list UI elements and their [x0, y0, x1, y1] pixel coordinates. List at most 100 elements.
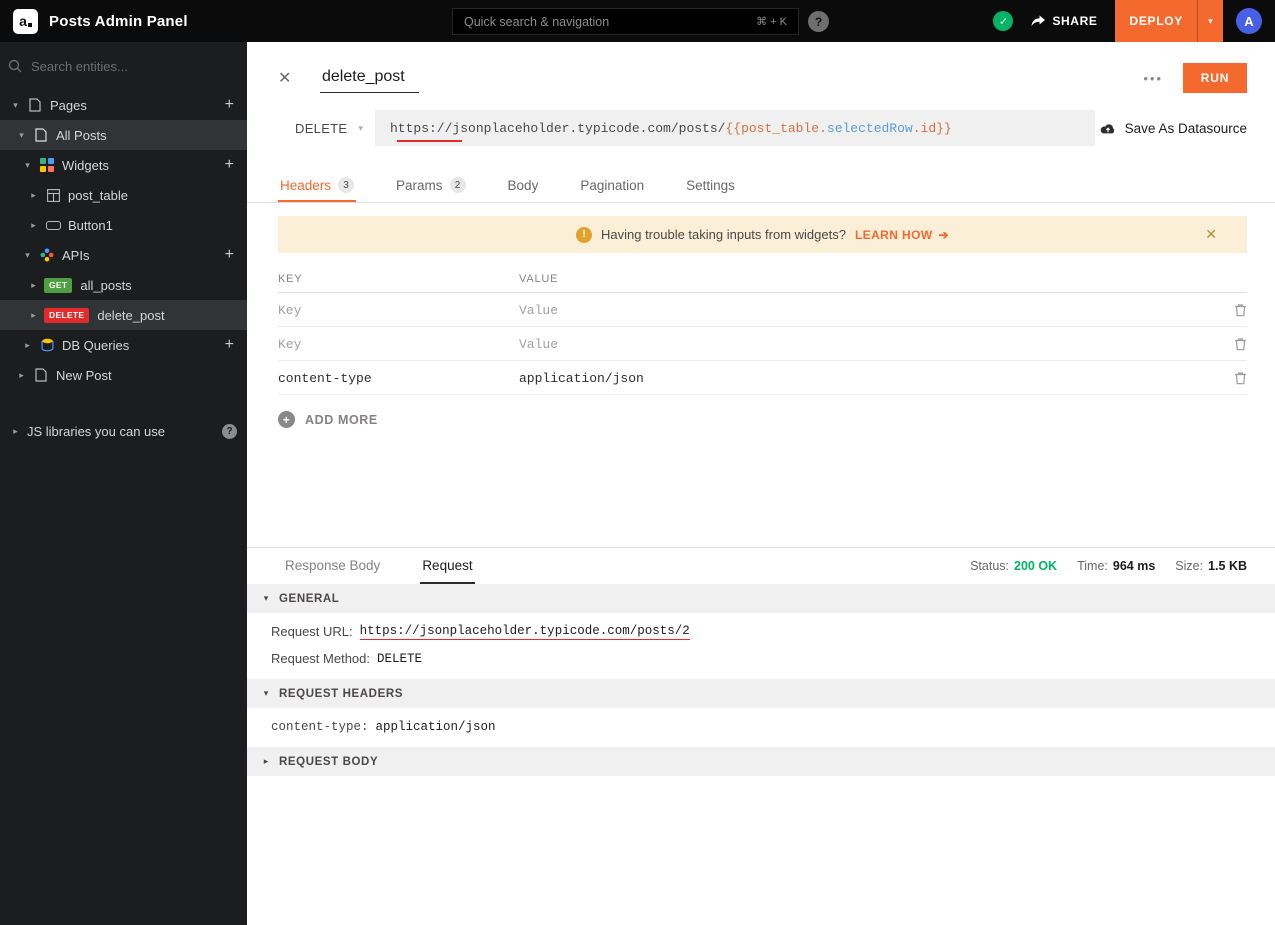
sidebar-item-delete-post-api[interactable]: ▸ DELETE delete_post	[0, 300, 247, 330]
share-button[interactable]: SHARE	[1031, 14, 1097, 28]
table-icon	[45, 188, 61, 202]
request-url-label: Request URL:	[271, 624, 353, 639]
header-value-input[interactable]	[519, 302, 1186, 318]
api-name-field[interactable]: delete_post	[320, 64, 419, 93]
add-page-button[interactable]: +	[222, 97, 237, 113]
request-url-value[interactable]: https://jsonplaceholder.typicode.com/pos…	[359, 624, 690, 640]
sidebar-section-apis[interactable]: ▾ APIs +	[0, 240, 247, 270]
content-type-value: application/json	[375, 719, 496, 734]
quick-search-bar[interactable]: Quick search & navigation ⌘ + K	[452, 8, 799, 35]
sidebar-section-widgets[interactable]: ▾ Widgets +	[0, 150, 247, 180]
avatar[interactable]: A	[1236, 8, 1262, 34]
header-key-input[interactable]	[278, 336, 507, 352]
content-type-row: content-type: application/json	[247, 713, 1275, 740]
header-key-input[interactable]	[278, 370, 507, 386]
tab-label: Request	[422, 557, 473, 573]
section-request-body[interactable]: ▸ REQUEST BODY	[247, 747, 1275, 776]
url-input[interactable]: https://jsonplaceholder.typicode.com/pos…	[375, 110, 1095, 146]
logo-square	[27, 22, 32, 27]
delete-row-icon[interactable]	[1221, 303, 1247, 317]
delete-row-icon[interactable]	[1221, 371, 1247, 385]
tab-count-badge: 3	[338, 177, 355, 193]
add-more-button[interactable]: + ADD MORE	[278, 411, 1275, 428]
run-button[interactable]: RUN	[1183, 63, 1247, 93]
banner-close-icon[interactable]: ✕	[1205, 226, 1217, 243]
tab-response-body[interactable]: Response Body	[283, 548, 382, 584]
section-general[interactable]: ▾ GENERAL	[247, 584, 1275, 613]
entity-tree: ▾ Pages + ▾ All Posts ▾ Widgets + ▸ post…	[0, 90, 247, 446]
chevron-right-icon[interactable]: ▸	[22, 340, 33, 351]
add-api-button[interactable]: +	[222, 247, 237, 263]
section-request-headers-body: content-type: application/json	[247, 708, 1275, 747]
chevron-down-icon: ▾	[263, 593, 269, 603]
sidebar-item-label: post_table	[68, 187, 128, 203]
add-query-button[interactable]: +	[222, 337, 237, 353]
chevron-down-icon[interactable]: ▾	[10, 100, 21, 111]
sidebar-item-all-posts[interactable]: ▾ All Posts	[0, 120, 247, 150]
help-icon[interactable]: ?	[808, 11, 829, 32]
tab-request[interactable]: Request	[420, 548, 475, 584]
add-widget-button[interactable]: +	[222, 157, 237, 173]
chevron-down-icon[interactable]: ▾	[22, 160, 33, 171]
size-label: Size:	[1175, 559, 1204, 573]
sidebar-item-label: all_posts	[80, 277, 132, 293]
http-method-select[interactable]: DELETE ▾	[278, 110, 375, 146]
tab-pagination[interactable]: Pagination	[578, 170, 646, 202]
sidebar-section-db-queries[interactable]: ▸ DB Queries +	[0, 330, 247, 360]
plus-circle-icon: +	[278, 411, 295, 428]
chevron-right-icon[interactable]: ▸	[28, 310, 39, 321]
tab-body[interactable]: Body	[506, 170, 541, 202]
delete-row-icon[interactable]	[1221, 337, 1247, 351]
section-request-headers[interactable]: ▾ REQUEST HEADERS	[247, 679, 1275, 708]
sidebar-item-post-table[interactable]: ▸ post_table	[0, 180, 247, 210]
url-binding-open: {{post_table.	[725, 120, 827, 136]
tab-label: Pagination	[580, 177, 645, 193]
chevron-right-icon[interactable]: ▸	[16, 370, 27, 381]
request-method-row: Request Method: DELETE	[247, 645, 1275, 672]
sidebar-item-new-post[interactable]: ▸ New Post	[0, 360, 247, 390]
tab-count-badge: 2	[449, 177, 466, 193]
tab-params[interactable]: Params 2	[394, 170, 468, 202]
api-editor: ✕ delete_post ••• RUN DELETE ▾ https://j…	[247, 42, 1275, 925]
database-icon	[39, 338, 55, 352]
sidebar-item-label: Button1	[68, 217, 113, 233]
url-binding-close: .id}}	[912, 120, 952, 136]
js-libraries-help-icon[interactable]: ?	[222, 423, 237, 439]
entity-search[interactable]	[0, 42, 247, 90]
app-logo-icon[interactable]: a	[13, 8, 38, 34]
delete-method-badge: DELETE	[44, 307, 90, 323]
topbar: a Posts Admin Panel Quick search & navig…	[0, 0, 1275, 42]
sidebar-section-js-libraries[interactable]: ▸ JS libraries you can use ?	[0, 416, 247, 446]
deploy-caret-icon[interactable]: ▾	[1197, 0, 1223, 42]
entity-search-input[interactable]	[31, 58, 235, 74]
chevron-down-icon[interactable]: ▾	[22, 250, 33, 261]
tab-settings[interactable]: Settings	[684, 170, 737, 202]
save-as-datasource-button[interactable]: Save As Datasource	[1099, 121, 1247, 136]
chevron-down-icon[interactable]: ▾	[16, 130, 27, 141]
chevron-right-icon[interactable]: ▸	[10, 426, 21, 437]
request-config-tabs: Headers 3 Params 2 Body Pagination Setti	[247, 170, 1275, 203]
deploy-button[interactable]: DEPLOY ▾	[1115, 0, 1223, 42]
banner-text: Having trouble taking inputs from widget…	[600, 227, 846, 242]
learn-how-link[interactable]: LEARN HOW ➔	[855, 228, 949, 242]
cloud-icon	[1100, 123, 1114, 133]
header-value-input[interactable]	[519, 370, 1186, 386]
chevron-right-icon[interactable]: ▸	[28, 280, 39, 291]
arrow-right-icon: ➔	[938, 227, 950, 242]
http-method-value: DELETE	[295, 120, 348, 136]
header-value-input[interactable]	[519, 336, 1186, 352]
chevron-right-icon[interactable]: ▸	[28, 190, 39, 201]
search-icon	[8, 59, 22, 73]
learn-how-label: LEARN HOW	[854, 227, 933, 242]
header-key-input[interactable]	[278, 302, 507, 318]
pages-icon	[27, 98, 43, 112]
sidebar-item-all-posts-api[interactable]: ▸ GET all_posts	[0, 270, 247, 300]
sidebar-item-button1[interactable]: ▸ Button1	[0, 210, 247, 240]
more-actions-icon[interactable]: •••	[1123, 71, 1183, 86]
button-widget-icon	[45, 220, 61, 230]
sidebar-section-pages[interactable]: ▾ Pages +	[0, 90, 247, 120]
tab-headers[interactable]: Headers 3	[278, 170, 357, 202]
close-icon[interactable]: ✕	[278, 68, 300, 88]
header-row	[278, 293, 1247, 327]
chevron-right-icon[interactable]: ▸	[28, 220, 39, 231]
